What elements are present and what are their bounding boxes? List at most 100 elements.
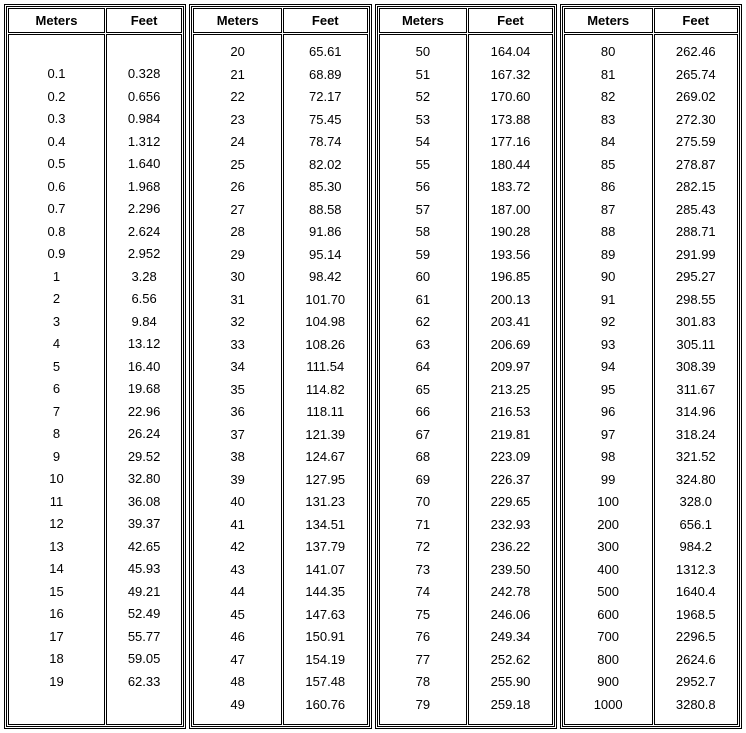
feet-value: 137.79 (284, 536, 366, 559)
feet-value: 111.54 (284, 356, 366, 379)
feet-value: 255.90 (469, 671, 551, 694)
feet-value: 124.67 (284, 446, 366, 469)
header-feet: Feet (283, 8, 367, 33)
feet-value: 1312.3 (655, 559, 737, 582)
feet-value: 45.93 (107, 558, 181, 581)
meters-value: 89 (565, 244, 652, 267)
meters-value: 39 (194, 469, 281, 492)
feet-value: 85.30 (284, 176, 366, 199)
meters-value: 14 (9, 558, 104, 581)
meters-value: 25 (194, 154, 281, 177)
feet-value: 314.96 (655, 401, 737, 424)
feet-value: 2.296 (107, 198, 181, 221)
meters-value: 0.2 (9, 86, 104, 109)
meters-value: 88 (565, 221, 652, 244)
feet-value: 170.60 (469, 86, 551, 109)
feet-value: 16.40 (107, 356, 181, 379)
conversion-table-1: MetersFeet202122232425262728293031323334… (189, 4, 371, 729)
feet-value: 42.65 (107, 536, 181, 559)
feet-value: 29.52 (107, 446, 181, 469)
feet-value: 318.24 (655, 424, 737, 447)
meters-value: 22 (194, 86, 281, 109)
meters-value: 59 (380, 244, 467, 267)
meters-column: 0.10.20.30.40.50.60.70.80.91234567891011… (8, 34, 105, 725)
feet-value: 78.74 (284, 131, 366, 154)
header-feet: Feet (654, 8, 738, 33)
feet-value: 209.97 (469, 356, 551, 379)
meters-value: 53 (380, 109, 467, 132)
meters-value: 66 (380, 401, 467, 424)
feet-value: 328.0 (655, 491, 737, 514)
meters-value: 33 (194, 334, 281, 357)
meters-value: 64 (380, 356, 467, 379)
feet-value: 131.23 (284, 491, 366, 514)
feet-value: 200.13 (469, 289, 551, 312)
meters-value: 37 (194, 424, 281, 447)
meters-value: 86 (565, 176, 652, 199)
meters-value: 57 (380, 199, 467, 222)
meters-value: 0.6 (9, 176, 104, 199)
meters-value: 9 (9, 446, 104, 469)
feet-value: 324.80 (655, 469, 737, 492)
feet-value: 164.04 (469, 41, 551, 64)
meters-value: 700 (565, 626, 652, 649)
meters-value: 92 (565, 311, 652, 334)
conversion-table-3: MetersFeet808182838485868788899091929394… (560, 4, 742, 729)
meters-value: 70 (380, 491, 467, 514)
feet-value: 55.77 (107, 626, 181, 649)
meters-value: 24 (194, 131, 281, 154)
feet-value: 298.55 (655, 289, 737, 312)
feet-column: 65.6168.8972.1775.4578.7482.0285.3088.58… (283, 34, 367, 725)
feet-value: 147.63 (284, 604, 366, 627)
conversion-table-0: MetersFeet0.10.20.30.40.50.60.70.80.9123… (4, 4, 186, 729)
meters-value: 7 (9, 401, 104, 424)
meters-value: 43 (194, 559, 281, 582)
feet-value: 187.00 (469, 199, 551, 222)
meters-value: 42 (194, 536, 281, 559)
feet-value: 141.07 (284, 559, 366, 582)
feet-value: 39.37 (107, 513, 181, 536)
feet-value: 275.59 (655, 131, 737, 154)
feet-value: 173.88 (469, 109, 551, 132)
meters-value: 44 (194, 581, 281, 604)
meters-value: 98 (565, 446, 652, 469)
feet-value: 285.43 (655, 199, 737, 222)
meters-value: 10 (9, 468, 104, 491)
conversion-table-2: MetersFeet505152535455565758596061626364… (375, 4, 557, 729)
feet-value: 6.56 (107, 288, 181, 311)
feet-value: 223.09 (469, 446, 551, 469)
feet-value: 72.17 (284, 86, 366, 109)
feet-value: 9.84 (107, 311, 181, 334)
meters-value: 49 (194, 694, 281, 717)
feet-value: 1.968 (107, 176, 181, 199)
meters-value: 62 (380, 311, 467, 334)
meters-value: 97 (565, 424, 652, 447)
meters-value: 47 (194, 649, 281, 672)
meters-value: 21 (194, 64, 281, 87)
feet-value: 104.98 (284, 311, 366, 334)
feet-value: 82.02 (284, 154, 366, 177)
meters-value: 31 (194, 289, 281, 312)
conversion-tables: MetersFeet0.10.20.30.40.50.60.70.80.9123… (4, 4, 742, 729)
meters-value: 2 (9, 288, 104, 311)
feet-value: 26.24 (107, 423, 181, 446)
meters-value: 8 (9, 423, 104, 446)
feet-value: 3.28 (107, 266, 181, 289)
meters-value: 72 (380, 536, 467, 559)
meters-value: 400 (565, 559, 652, 582)
header-meters: Meters (193, 8, 282, 33)
meters-value: 79 (380, 694, 467, 717)
meters-value: 67 (380, 424, 467, 447)
feet-value: 180.44 (469, 154, 551, 177)
feet-value: 0.656 (107, 86, 181, 109)
feet-value: 183.72 (469, 176, 551, 199)
feet-value: 246.06 (469, 604, 551, 627)
feet-value: 154.19 (284, 649, 366, 672)
feet-value: 1.640 (107, 153, 181, 176)
feet-value: 265.74 (655, 64, 737, 87)
meters-value: 18 (9, 648, 104, 671)
feet-column: 262.46265.74269.02272.30275.59278.87282.… (654, 34, 738, 725)
meters-value: 30 (194, 266, 281, 289)
meters-value: 94 (565, 356, 652, 379)
meters-value: 50 (380, 41, 467, 64)
